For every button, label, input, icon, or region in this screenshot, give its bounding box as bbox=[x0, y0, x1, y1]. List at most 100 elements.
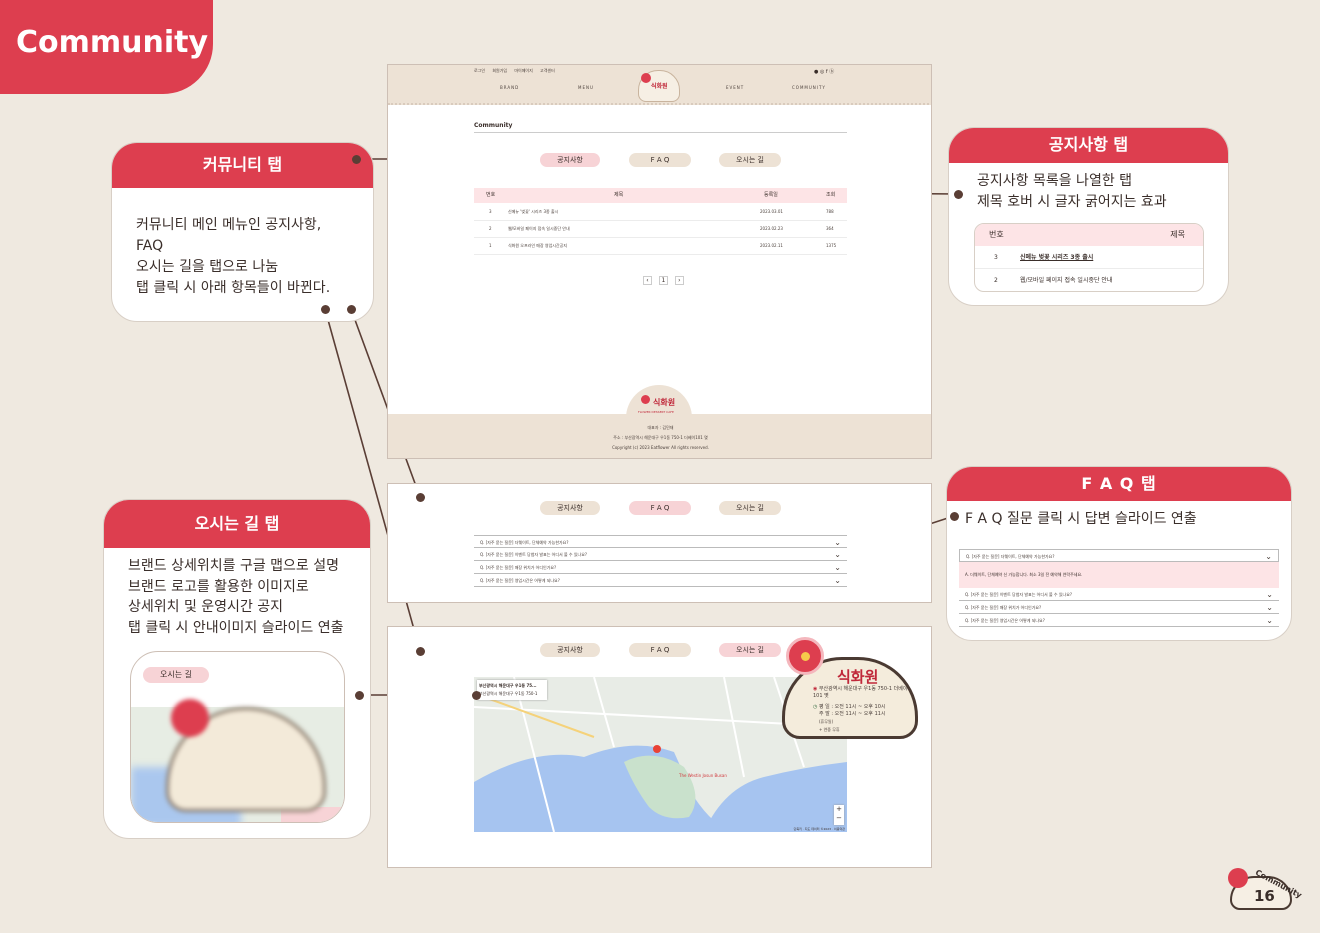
support-link[interactable]: 고객센터 bbox=[540, 68, 555, 73]
tab-faq[interactable]: F A Q bbox=[629, 643, 691, 657]
chevron-down-icon: ⌄ bbox=[834, 550, 841, 559]
tab-notice[interactable]: 공지사항 bbox=[540, 153, 600, 167]
signup-link[interactable]: 회원가입 bbox=[492, 68, 507, 73]
faq-question: Q. [자주 묻는 질문] 매장 위치가 어디인가요? bbox=[480, 565, 557, 570]
connector-dot bbox=[954, 190, 963, 199]
faq-preview: Q. [자주 묻는 질문] 더웨이트, 단체예약 가능한가요? ⌄ A. 더웨이트… bbox=[959, 549, 1279, 627]
table-row[interactable]: 1 식화원 오프라인 매장 영업시간공지 2023.02.11 1375 bbox=[474, 238, 847, 255]
store-hours: ◷ 평 일 : 오전 11시 ~ 오후 10시 bbox=[813, 704, 885, 711]
callout-community-tab: 커뮤니티 탭 커뮤니티 메인 메뉴인 공지사항, FAQ 오시는 길을 탭으로 … bbox=[111, 142, 374, 322]
preview-header-title: 제목 bbox=[1170, 230, 1185, 239]
notice-preview: 번호 제목 3 신메뉴 벚꽃 시리즈 3종 출시 2 웹/모바일 페이지 접속 … bbox=[974, 223, 1204, 292]
connector-dot bbox=[950, 512, 959, 521]
callout-line: 제목 호버 시 글자 굵어지는 효과 bbox=[977, 194, 1167, 210]
row-date: 2023.03.01 bbox=[760, 209, 783, 214]
row-no: 3 bbox=[489, 209, 492, 214]
tab-location[interactable]: 오시는 길 bbox=[719, 501, 781, 515]
hours-more: + 연중 무휴 bbox=[819, 727, 840, 732]
faq-preview-answer: A. 더웨이트, 단체예약 신 가능합니다. 최소 3일 전 예약해 연락주세요… bbox=[959, 562, 1279, 588]
hours-weekend: 주 말 : 오전 11시 ~ 오후 11시 bbox=[819, 711, 886, 717]
callout-title: 공지사항 탭 bbox=[949, 128, 1228, 163]
faq-question: Q. [자주 묻는 질문] 더웨이트, 단체예약 가능한가요? bbox=[480, 540, 569, 545]
logo-subtitle: FLOWER DESSERT CAFE bbox=[638, 410, 674, 414]
preview-row[interactable]: 2 웹/모바일 페이지 접속 일시중단 안내 bbox=[975, 269, 1203, 291]
tab-faq[interactable]: F A Q bbox=[629, 153, 691, 167]
callout-title: F A Q 탭 bbox=[947, 467, 1291, 501]
nav-brand[interactable]: BRAND bbox=[500, 84, 519, 92]
tab-notice[interactable]: 공지사항 bbox=[540, 501, 600, 515]
callout-title: 오시는 길 탭 bbox=[104, 500, 370, 548]
callout-line: F A Q 질문 클릭 시 답변 슬라이드 연출 bbox=[965, 511, 1197, 527]
preview-row-title[interactable]: 웹/모바일 페이지 접속 일시중단 안내 bbox=[1020, 269, 1112, 291]
map-search-box[interactable]: 부산광역시 해운대구 우1동 75... 부산광역시 해운대구 우1동 750-… bbox=[477, 680, 547, 700]
faq-item[interactable]: Q. [자주 묻는 질문] 매장 위치가 어디인가요? ⌄ bbox=[474, 561, 847, 574]
callout-line: 공지사항 목록을 나열한 탭 bbox=[977, 173, 1133, 189]
table-row[interactable]: 2 웹/모바일 페이지 접속 일시중단 안내 2023.02.23 364 bbox=[474, 221, 847, 238]
mockup-notice-page: 로그인 회원가입 마이페이지 고객센터 ● ◎ f ⓑ BRAND MENU E… bbox=[387, 64, 932, 459]
callout-line: 탭 클릭 시 아래 항목들이 바뀐다. bbox=[136, 280, 331, 296]
mockup-map-page: 공지사항 F A Q 오시는 길 부산광역시 해운대구 우1동 75... 부산… bbox=[387, 626, 932, 868]
store-address: ◉ 부산광역시 해운대구 우1동 750-1 더베이101 몇 bbox=[813, 686, 913, 700]
login-link[interactable]: 로그인 bbox=[474, 68, 485, 73]
footer-copyright: Copyright (c) 2023 Eatflower All rights … bbox=[612, 445, 709, 450]
row-title[interactable]: 식화원 오프라인 매장 영업시간공지 bbox=[508, 242, 567, 250]
callout-line: 브랜드 로고를 활용한 이미지로 bbox=[128, 578, 309, 595]
table-row[interactable]: 3 신메뉴 '벚꽃' 시리즈 3종 출시 2023.03.01 788 bbox=[474, 204, 847, 221]
map-zoom-controls[interactable]: + − bbox=[834, 805, 844, 825]
tab-notice[interactable]: 공지사항 bbox=[540, 643, 600, 657]
faq-preview-q[interactable]: Q. [자주 묻는 질문] 영업시간은 어떻게 되나요? ⌄ bbox=[959, 614, 1279, 627]
preview-map-tab[interactable]: 오시는 길 bbox=[143, 667, 209, 683]
callout-line: 상세위치 및 운영시간 공지 bbox=[128, 599, 284, 615]
callout-line: 브랜드 상세위치를 구글 맵으로 설명 bbox=[128, 558, 339, 574]
callout-faq-tab: F A Q 탭 F A Q 질문 클릭 시 답변 슬라이드 연출 Q. [자주 … bbox=[946, 466, 1292, 641]
nav-community[interactable]: COMMUNITY bbox=[792, 84, 826, 92]
page-next[interactable]: › bbox=[674, 276, 684, 285]
tab-location[interactable]: 오시는 길 bbox=[719, 643, 781, 657]
preview-row-title[interactable]: 신메뉴 벚꽃 시리즈 3종 출시 bbox=[1020, 246, 1093, 269]
zoom-in-button[interactable]: + bbox=[834, 805, 844, 814]
faq-preview-q[interactable]: Q. [자주 묻는 질문] 이벤트 당첨자 발표는 어디서 볼 수 있나요? ⌄ bbox=[959, 588, 1279, 601]
store-address-text: 부산광역시 해운대구 우1동 750-1 더베이101 몇 bbox=[813, 686, 908, 699]
top-links[interactable]: 로그인 회원가입 마이페이지 고객센터 bbox=[474, 67, 555, 75]
page-1[interactable]: 1 bbox=[658, 276, 668, 285]
faq-question: Q. [자주 묻는 질문] 이벤트 당첨자 발표는 어디서 볼 수 있나요? bbox=[480, 552, 588, 557]
preview-row[interactable]: 3 신메뉴 벚꽃 시리즈 3종 출시 bbox=[975, 246, 1203, 269]
connector-dot bbox=[352, 155, 361, 164]
faq-item[interactable]: Q. [자주 묻는 질문] 이벤트 당첨자 발표는 어디서 볼 수 있나요? ⌄ bbox=[474, 548, 847, 561]
pagination: ‹ 1 › bbox=[643, 276, 684, 285]
nav-event[interactable]: EVENT bbox=[726, 84, 744, 92]
faq-item[interactable]: Q. [자주 묻는 질문] 영업시간은 어떻게 되나요? ⌄ bbox=[474, 574, 847, 587]
preview-row-no: 3 bbox=[994, 254, 998, 261]
mypage-link[interactable]: 마이페이지 bbox=[514, 68, 532, 73]
row-date: 2023.02.11 bbox=[760, 243, 783, 248]
flower-icon bbox=[171, 699, 209, 737]
flower-icon bbox=[786, 637, 824, 675]
social-icons[interactable]: ● ◎ f ⓑ bbox=[814, 68, 834, 75]
mockup-faq-page: 공지사항 F A Q 오시는 길 Q. [자주 묻는 질문] 더웨이트, 단체예… bbox=[387, 483, 932, 603]
nav-menu[interactable]: MENU bbox=[578, 84, 594, 92]
row-title[interactable]: 신메뉴 '벚꽃' 시리즈 3종 출시 bbox=[508, 208, 558, 216]
page-prev[interactable]: ‹ bbox=[643, 276, 652, 285]
row-views: 1375 bbox=[826, 243, 837, 248]
tab-location[interactable]: 오시는 길 bbox=[719, 153, 781, 167]
tab-faq[interactable]: F A Q bbox=[629, 501, 691, 515]
map-poi-label[interactable]: The Westin Josun Busan bbox=[679, 773, 727, 778]
faq-q-text: Q. [자주 묻는 질문] 매장 위치가 어디인가요? bbox=[965, 605, 1042, 610]
row-title[interactable]: 웹/모바일 페이지 접속 일시중단 안내 bbox=[508, 225, 570, 233]
map-place-address: 부산광역시 해운대구 우1동 750-1 bbox=[479, 691, 538, 696]
logo-text: 식화원 bbox=[651, 83, 668, 90]
section-title: Community bbox=[474, 122, 513, 129]
faq-q-text: Q. [자주 묻는 질문] 이벤트 당첨자 발표는 어디서 볼 수 있나요? bbox=[965, 592, 1073, 597]
page-title-tab: Community bbox=[0, 0, 213, 94]
faq-item[interactable]: Q. [자주 묻는 질문] 더웨이트, 단체예약 가능한가요? ⌄ bbox=[474, 535, 847, 548]
logo[interactable]: 식화원 bbox=[638, 70, 680, 102]
preview-row-no: 2 bbox=[994, 277, 998, 284]
zoom-out-button[interactable]: − bbox=[834, 814, 844, 823]
callout-line: 커뮤니티 메인 메뉴인 공지사항, FAQ bbox=[136, 217, 322, 254]
connector-dot bbox=[416, 493, 425, 502]
callout-title: 커뮤니티 탭 bbox=[112, 143, 373, 188]
faq-preview-q[interactable]: Q. [자주 묻는 질문] 더웨이트, 단체예약 가능한가요? ⌄ bbox=[959, 549, 1279, 562]
faq-preview-q[interactable]: Q. [자주 묻는 질문] 매장 위치가 어디인가요? ⌄ bbox=[959, 601, 1279, 614]
logo-text: 식화원 bbox=[653, 398, 676, 407]
flower-icon bbox=[1228, 868, 1248, 888]
